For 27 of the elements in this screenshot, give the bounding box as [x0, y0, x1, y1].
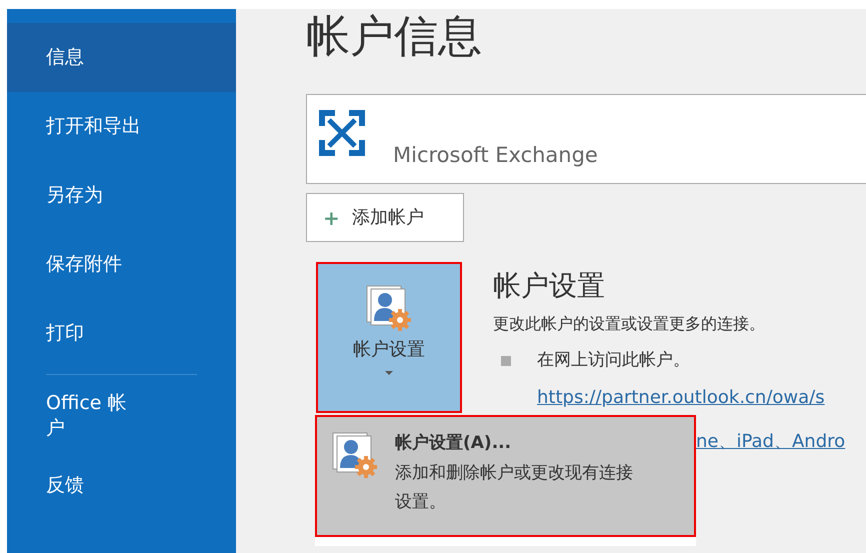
web-link[interactable]: https://partner.outlook.cn/owa/s	[537, 384, 825, 410]
add-account-button[interactable]: + 添加帐户	[306, 193, 464, 242]
add-account-label: 添加帐户	[352, 206, 424, 230]
account-settings-button[interactable]: 帐户设置	[316, 262, 462, 413]
page-title: 帐户信息	[306, 10, 483, 64]
sidebar-item[interactable]: 保存附件	[7, 230, 236, 299]
bullet-icon	[501, 356, 511, 366]
sidebar-item[interactable]: 反馈	[7, 451, 236, 520]
web-link[interactable]: ne、iPad、Andro	[696, 428, 846, 455]
account-settings-icon	[365, 284, 413, 332]
account-settings-icon	[331, 431, 379, 479]
exchange-logo-icon	[317, 108, 367, 158]
menu-item-title: 帐户设置(A)...	[395, 432, 512, 455]
sidebar-item[interactable]: Office 帐户	[7, 381, 236, 451]
section-title: 帐户设置	[493, 268, 606, 304]
caret-icon	[385, 371, 393, 375]
sidebar-item[interactable]: 打开和导出	[7, 92, 236, 161]
menu-item[interactable]: 帐户设置(A)... 添加和删除帐户或更改现有连接设置。	[315, 415, 696, 537]
account-card[interactable]: Microsoft Exchange	[306, 94, 866, 184]
bullet-text: 在网上访问此帐户。	[537, 349, 690, 372]
section-description: 更改此帐户的设置或设置更多的连接。	[493, 313, 766, 335]
add-icon: +	[323, 202, 340, 232]
menu-item-description: 添加和删除帐户或更改现有连接设置。	[395, 462, 634, 514]
account-name: Microsoft Exchange	[393, 142, 598, 170]
sidebar-item[interactable]: 信息	[7, 23, 236, 92]
sidebar-item[interactable]: 打印	[7, 299, 236, 368]
sidebar-item[interactable]: 另存为	[7, 161, 236, 230]
